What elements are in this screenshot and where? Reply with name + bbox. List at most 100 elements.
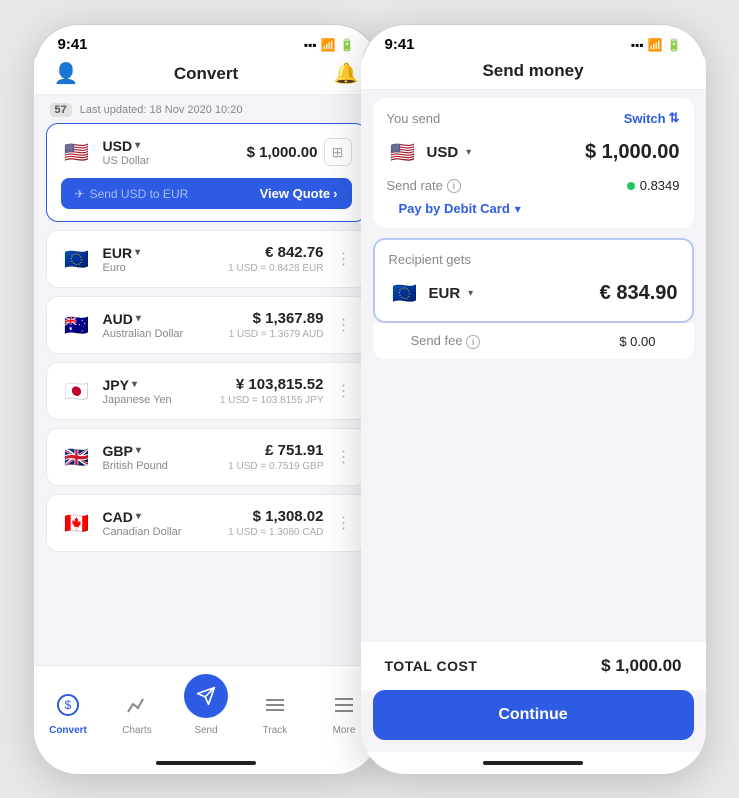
gbp-dropdown[interactable]: ▾ <box>136 445 141 456</box>
usd-code: USD ▾ <box>103 138 150 154</box>
nav-bar-left: 👤 Convert 🔔 <box>34 57 379 95</box>
to-currency-selector[interactable]: 🇪🇺 EUR ▾ <box>389 277 474 309</box>
view-quote-btn[interactable]: View Quote › <box>260 186 338 201</box>
gbp-left: 🇬🇧 GBP ▾ British Pound <box>61 441 168 473</box>
eur-more-icon[interactable]: ⋮ <box>336 249 352 269</box>
send-fee-row: Send fee i $ 0.00 <box>385 323 682 359</box>
jpy-code: JPY ▾ <box>103 377 172 393</box>
usd-name: US Dollar <box>103 155 150 167</box>
tab-track[interactable]: Track <box>241 694 310 736</box>
total-cost-bar: TOTAL COST $ 1,000.00 <box>361 642 706 690</box>
rate-info-icon: i <box>447 179 461 193</box>
profile-icon[interactable]: 👤 <box>54 61 79 86</box>
usd-amount: $ 1,000.00 <box>247 144 318 161</box>
battery-icon: 🔋 <box>340 38 355 52</box>
usd-info: USD ▾ US Dollar <box>103 138 150 167</box>
from-currency-dropdown[interactable]: ▾ <box>466 147 471 158</box>
last-updated-bar: 57 Last updated: 18 Nov 2020 10:20 <box>34 95 379 123</box>
home-indicator-left <box>34 752 379 774</box>
battery-icon-right: 🔋 <box>667 38 682 52</box>
jpy-name: Japanese Yen <box>103 394 172 406</box>
jpy-card[interactable]: 🇯🇵 JPY ▾ Japanese Yen ¥ 1 <box>46 362 367 420</box>
send-label: ✈ Send USD to EUR <box>75 187 189 201</box>
cad-more-icon[interactable]: ⋮ <box>336 513 352 533</box>
eur-rate: 1 USD = 0.8428 EUR <box>228 263 323 274</box>
to-currency-row: 🇪🇺 EUR ▾ € 834.90 <box>389 277 678 309</box>
continue-button[interactable]: Continue <box>373 690 694 740</box>
gbp-code: GBP ▾ <box>103 443 168 459</box>
right-phone: 9:41 ▪▪▪ 📶 🔋 Send money You send Switch <box>361 24 706 774</box>
to-currency-dropdown[interactable]: ▾ <box>468 288 473 299</box>
fee-info-icon: i <box>466 335 480 349</box>
jpy-more-icon[interactable]: ⋮ <box>336 381 352 401</box>
send-fee-section: Send fee i $ 0.00 <box>373 323 694 359</box>
calculator-icon[interactable]: ⊞ <box>324 138 352 166</box>
convert-tab-label: Convert <box>49 725 87 736</box>
active-card-top: 🇺🇸 USD ▾ US Dollar $ 1,000.00 <box>61 136 352 168</box>
send-rate-label: Send rate i <box>387 178 461 193</box>
time-left: 9:41 <box>58 36 88 53</box>
aud-card[interactable]: 🇦🇺 AUD ▾ Australian Dollar <box>46 296 367 354</box>
home-bar-right <box>483 761 583 765</box>
send-quote-bar[interactable]: ✈ Send USD to EUR View Quote › <box>61 178 352 209</box>
cad-name: Canadian Dollar <box>103 526 182 538</box>
rate-dot <box>627 182 635 190</box>
aud-amount: $ 1,367.89 <box>229 310 324 327</box>
cad-flag: 🇨🇦 <box>61 507 93 539</box>
active-currency-card[interactable]: 🇺🇸 USD ▾ US Dollar $ 1,000.00 <box>46 123 367 222</box>
jpy-dropdown[interactable]: ▾ <box>132 379 137 390</box>
switch-button[interactable]: Switch ⇅ <box>624 110 680 126</box>
aud-info: AUD ▾ Australian Dollar <box>103 311 184 340</box>
send-tab-button[interactable] <box>184 674 228 718</box>
tab-charts[interactable]: Charts <box>103 694 172 736</box>
cad-code: CAD ▾ <box>103 509 182 525</box>
you-send-top: You send Switch ⇅ 🇺🇸 USD ▾ $ 1,000.00 <box>373 98 694 168</box>
more-tab-icon <box>333 694 355 722</box>
aud-code: AUD ▾ <box>103 311 184 327</box>
nav-bar-right: Send money <box>361 57 706 90</box>
eur-right: € 842.76 1 USD = 0.8428 EUR ⋮ <box>228 244 351 274</box>
more-tab-label: More <box>333 725 356 736</box>
scene: 9:41 ▪▪▪ 📶 🔋 👤 Convert 🔔 57 Last updated… <box>0 0 739 798</box>
wifi-icon: 📶 <box>321 38 336 52</box>
bell-icon[interactable]: 🔔 <box>334 61 359 86</box>
cad-dropdown[interactable]: ▾ <box>136 511 141 522</box>
send-screen: You send Switch ⇅ 🇺🇸 USD ▾ $ 1,000.00 <box>361 90 706 752</box>
from-currency-row: 🇺🇸 USD ▾ $ 1,000.00 <box>387 136 680 168</box>
aud-dropdown[interactable]: ▾ <box>136 313 141 324</box>
pay-method-text: Pay by Debit Card <box>399 201 510 216</box>
gbp-card-top: 🇬🇧 GBP ▾ British Pound £ <box>61 441 352 473</box>
jpy-right: ¥ 103,815.52 1 USD = 103.8155 JPY ⋮ <box>220 376 352 406</box>
usd-dropdown[interactable]: ▾ <box>135 140 140 151</box>
signal-icon-right: ▪▪▪ <box>631 38 644 52</box>
aud-rate: 1 USD = 1.3679 AUD <box>229 329 324 340</box>
cad-card[interactable]: 🇨🇦 CAD ▾ Canadian Dollar <box>46 494 367 552</box>
last-updated-text: Last updated: 18 Nov 2020 10:20 <box>80 104 243 116</box>
send-rate-value: 0.8349 <box>627 178 680 193</box>
from-flag: 🇺🇸 <box>387 136 419 168</box>
gbp-card[interactable]: 🇬🇧 GBP ▾ British Pound £ <box>46 428 367 486</box>
send-label-row: You send Switch ⇅ <box>387 110 680 126</box>
eur-card[interactable]: 🇪🇺 EUR ▾ Euro € 842.76 <box>46 230 367 288</box>
tab-send[interactable]: Send <box>172 674 241 736</box>
pay-method-dropdown[interactable]: ▾ <box>515 202 521 216</box>
from-currency-code: USD <box>427 144 459 161</box>
pay-method-row[interactable]: Pay by Debit Card ▾ <box>385 193 682 228</box>
cad-rate: 1 USD = 1.3080 CAD <box>228 527 323 538</box>
recipient-gets-label: Recipient gets <box>389 252 678 267</box>
tab-convert[interactable]: $ Convert <box>34 694 103 736</box>
jpy-rate: 1 USD = 103.8155 JPY <box>220 395 324 406</box>
eur-dropdown[interactable]: ▾ <box>135 247 140 258</box>
to-flag: 🇪🇺 <box>389 277 421 309</box>
update-badge: 57 <box>50 103 72 117</box>
aud-more-icon[interactable]: ⋮ <box>336 315 352 335</box>
convert-tab-icon: $ <box>57 694 79 722</box>
eur-left: 🇪🇺 EUR ▾ Euro <box>61 243 141 275</box>
status-icons-left: ▪▪▪ 📶 🔋 <box>304 38 355 52</box>
aud-right: $ 1,367.89 1 USD = 1.3679 AUD ⋮ <box>229 310 352 340</box>
gbp-info: GBP ▾ British Pound <box>103 443 168 472</box>
usd-flag: 🇺🇸 <box>61 136 93 168</box>
active-card-right: $ 1,000.00 ⊞ <box>247 138 352 166</box>
from-currency-selector[interactable]: 🇺🇸 USD ▾ <box>387 136 472 168</box>
gbp-more-icon[interactable]: ⋮ <box>336 447 352 467</box>
